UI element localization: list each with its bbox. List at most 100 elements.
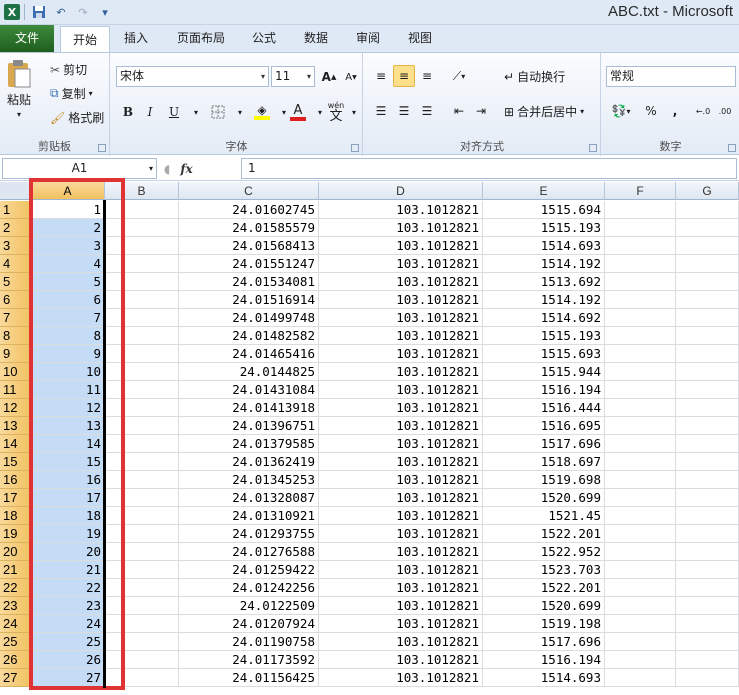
cell-c[interactable]: 24.01465416	[179, 345, 319, 363]
cell-a[interactable]: 1	[31, 201, 105, 219]
cell-g[interactable]	[676, 435, 739, 453]
cell-f[interactable]	[605, 435, 676, 453]
cell-f[interactable]	[605, 633, 676, 651]
cell-c[interactable]: 24.01242256	[179, 579, 319, 597]
italic-button[interactable]: I	[139, 101, 161, 123]
number-format-select[interactable]: 常规	[606, 66, 736, 87]
cell-f[interactable]	[605, 651, 676, 669]
cell-b[interactable]	[105, 435, 179, 453]
cell-d[interactable]: 103.1012821	[319, 597, 483, 615]
cell-d[interactable]: 103.1012821	[319, 633, 483, 651]
copy-button[interactable]: ⧉ 复制 ▾	[50, 85, 93, 102]
insert-function-button[interactable]: fx	[180, 162, 192, 176]
cell-f[interactable]	[605, 327, 676, 345]
cell-e[interactable]: 1514.692	[483, 309, 605, 327]
cell-d[interactable]: 103.1012821	[319, 435, 483, 453]
column-header-e[interactable]: E	[483, 182, 605, 200]
row-header[interactable]: 19	[0, 525, 31, 543]
cell-a[interactable]: 3	[31, 237, 105, 255]
cell-a[interactable]: 11	[31, 381, 105, 399]
row-header[interactable]: 20	[0, 543, 31, 561]
cell-a[interactable]: 13	[31, 417, 105, 435]
wrap-text-button[interactable]: ↵ 自动换行	[504, 68, 565, 85]
cell-e[interactable]: 1514.192	[483, 255, 605, 273]
cell-d[interactable]: 103.1012821	[319, 651, 483, 669]
cell-b[interactable]	[105, 471, 179, 489]
cell-b[interactable]	[105, 543, 179, 561]
cell-f[interactable]	[605, 543, 676, 561]
underline-button[interactable]: U	[163, 101, 185, 123]
cell-f[interactable]	[605, 615, 676, 633]
customize-icon[interactable]: ▾	[95, 3, 115, 21]
cell-b[interactable]	[105, 597, 179, 615]
cell-g[interactable]	[676, 507, 739, 525]
column-header-b[interactable]: B	[105, 182, 179, 200]
row-header[interactable]: 5	[0, 273, 31, 291]
spreadsheet-grid[interactable]: A B C D E F G 1 1 24.01602745 103.1012821 15…	[0, 182, 739, 695]
cell-d[interactable]: 103.1012821	[319, 237, 483, 255]
cell-g[interactable]	[676, 255, 739, 273]
cell-a[interactable]: 14	[31, 435, 105, 453]
cell-e[interactable]: 1516.444	[483, 399, 605, 417]
cell-e[interactable]: 1517.696	[483, 435, 605, 453]
cell-c[interactable]: 24.01585579	[179, 219, 319, 237]
cell-e[interactable]: 1520.699	[483, 489, 605, 507]
row-header[interactable]: 15	[0, 453, 31, 471]
cell-a[interactable]: 8	[31, 327, 105, 345]
increase-decimal-button[interactable]: ←.0	[692, 100, 714, 122]
cell-g[interactable]	[676, 669, 739, 687]
cell-f[interactable]	[605, 471, 676, 489]
cell-b[interactable]	[105, 399, 179, 417]
cell-f[interactable]	[605, 417, 676, 435]
cell-f[interactable]	[605, 309, 676, 327]
chevron-down-icon[interactable]: ▾	[229, 101, 251, 123]
cell-g[interactable]	[676, 273, 739, 291]
cell-f[interactable]	[605, 561, 676, 579]
cell-d[interactable]: 103.1012821	[319, 453, 483, 471]
cell-g[interactable]	[676, 381, 739, 399]
row-header[interactable]: 16	[0, 471, 31, 489]
shrink-font-button[interactable]: A ▼	[340, 66, 362, 88]
row-header[interactable]: 21	[0, 561, 31, 579]
cell-e[interactable]: 1515.193	[483, 219, 605, 237]
comma-button[interactable]: ,	[664, 100, 686, 122]
cell-d[interactable]: 103.1012821	[319, 489, 483, 507]
cell-b[interactable]	[105, 291, 179, 309]
cell-b[interactable]	[105, 633, 179, 651]
undo-icon[interactable]: ↶	[51, 3, 71, 21]
fill-color-button[interactable]: ◈	[251, 101, 273, 123]
cell-d[interactable]: 103.1012821	[319, 381, 483, 399]
cell-g[interactable]	[676, 291, 739, 309]
cell-c[interactable]: 24.01345253	[179, 471, 319, 489]
cell-f[interactable]	[605, 489, 676, 507]
cell-g[interactable]	[676, 399, 739, 417]
decrease-indent-button[interactable]: ⇤	[448, 100, 470, 122]
cell-f[interactable]	[605, 201, 676, 219]
cell-e[interactable]: 1514.693	[483, 669, 605, 687]
tab-view[interactable]: 视图	[400, 25, 440, 52]
cell-a[interactable]: 15	[31, 453, 105, 471]
row-header[interactable]: 3	[0, 237, 31, 255]
formula-input[interactable]: 1	[241, 158, 737, 179]
column-header-g[interactable]: G	[676, 182, 739, 200]
cell-c[interactable]: 24.01310921	[179, 507, 319, 525]
cell-c[interactable]: 24.01516914	[179, 291, 319, 309]
cell-e[interactable]: 1522.952	[483, 543, 605, 561]
cell-d[interactable]: 103.1012821	[319, 417, 483, 435]
cell-a[interactable]: 5	[31, 273, 105, 291]
cell-g[interactable]	[676, 615, 739, 633]
cell-b[interactable]	[105, 345, 179, 363]
cell-b[interactable]	[105, 219, 179, 237]
tab-review[interactable]: 审阅	[348, 25, 388, 52]
cell-b[interactable]	[105, 273, 179, 291]
cell-c[interactable]: 24.01551247	[179, 255, 319, 273]
row-header[interactable]: 13	[0, 417, 31, 435]
cell-b[interactable]	[105, 669, 179, 687]
dialog-launcher-icon[interactable]	[589, 144, 597, 152]
row-header[interactable]: 2	[0, 219, 31, 237]
cell-b[interactable]	[105, 327, 179, 345]
cell-g[interactable]	[676, 363, 739, 381]
cell-a[interactable]: 26	[31, 651, 105, 669]
row-header[interactable]: 14	[0, 435, 31, 453]
cell-a[interactable]: 17	[31, 489, 105, 507]
